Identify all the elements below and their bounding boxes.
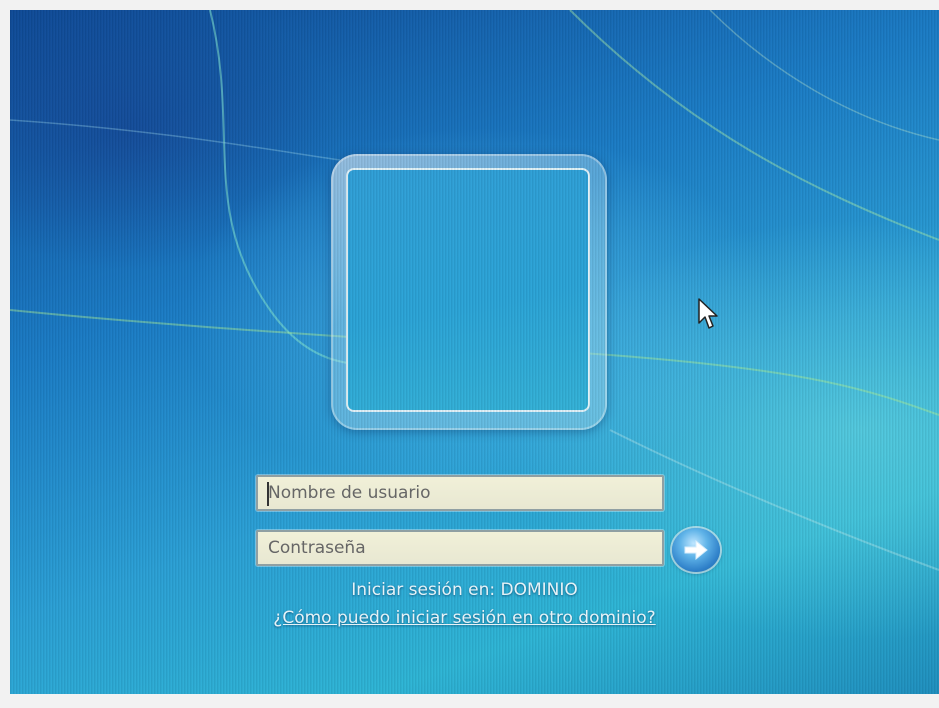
user-avatar-picture xyxy=(346,168,590,412)
mouse-pointer-icon xyxy=(698,298,718,329)
other-domain-link[interactable]: ¿Cómo puedo iniciar sesión en otro domin… xyxy=(0,608,929,628)
text-caret xyxy=(267,482,269,506)
photo-frame: Iniciar sesión en: DOMINIO ¿Cómo puedo i… xyxy=(0,0,939,708)
user-avatar-frame xyxy=(331,154,607,430)
domain-info-text: Iniciar sesión en: DOMINIO xyxy=(351,580,578,600)
arrow-right-icon xyxy=(684,539,708,561)
submit-login-button[interactable] xyxy=(672,528,720,572)
username-input[interactable] xyxy=(256,475,664,511)
password-input[interactable] xyxy=(256,530,664,566)
